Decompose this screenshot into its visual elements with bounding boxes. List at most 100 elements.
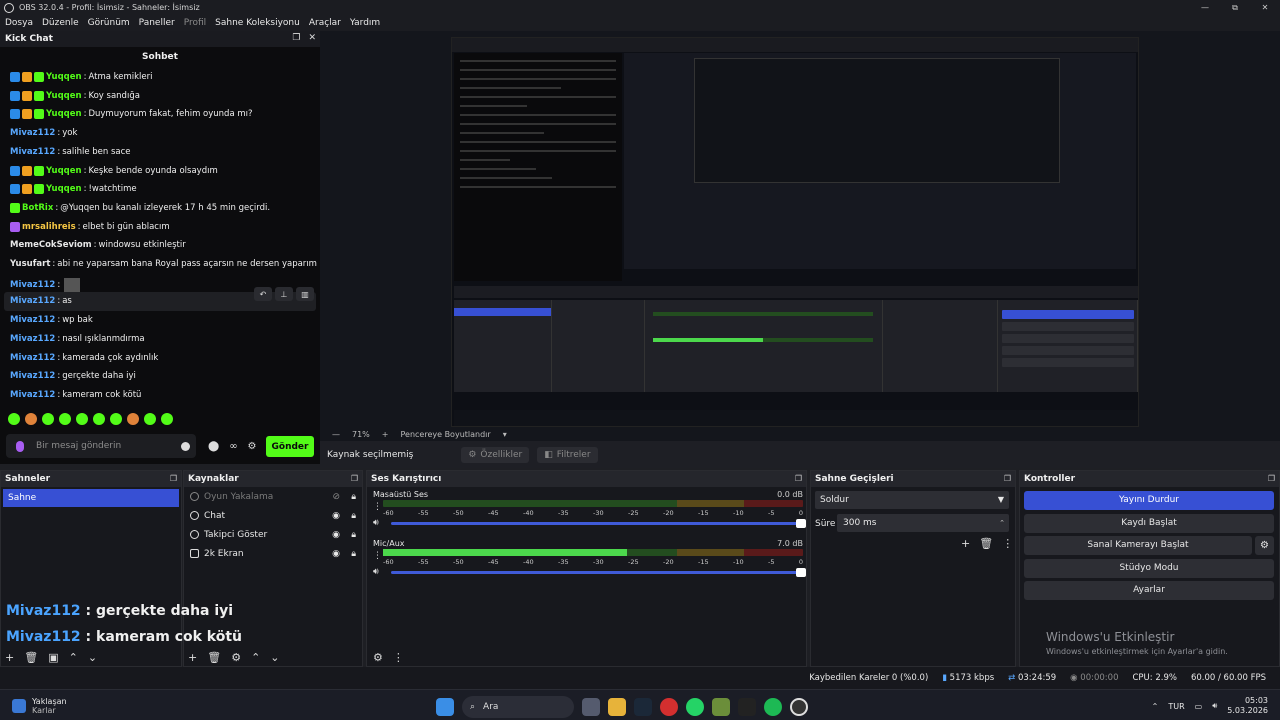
menu-help[interactable]: Yardım [350, 18, 380, 28]
emote-icon[interactable] [144, 413, 156, 425]
emote-icon[interactable] [93, 413, 105, 425]
minecraft-icon[interactable] [712, 698, 730, 716]
opera-icon[interactable] [660, 698, 678, 716]
chat-username[interactable]: Yuqqen [46, 72, 82, 82]
remove-source-icon[interactable]: 🗑︎ [207, 651, 221, 664]
whatsapp-icon[interactable] [686, 698, 704, 716]
eye-icon[interactable]: ◉ [332, 549, 340, 559]
undock-icon[interactable]: ❐ [292, 33, 300, 43]
duration-input[interactable]: 300 ms ⌃ [837, 514, 1009, 532]
virtual-camera-button[interactable]: Sanal Kamerayı Başlat [1024, 536, 1252, 555]
close-dock-icon[interactable]: ✕ [308, 33, 316, 43]
steam-icon[interactable] [634, 698, 652, 716]
add-scene-icon[interactable]: + [5, 651, 14, 664]
zoom-out-icon[interactable]: — [332, 430, 340, 439]
source-item[interactable]: Chat ◉ 🔒︎ [184, 506, 362, 525]
track-menu-icon[interactable]: ⋮ [373, 502, 382, 512]
remove-scene-icon[interactable]: 🗑︎ [24, 651, 38, 664]
fader-knob[interactable] [796, 519, 806, 528]
delete-icon[interactable]: ▥ [296, 287, 314, 301]
chat-username[interactable]: Mivaz112 [10, 128, 55, 138]
emote-icon[interactable] [59, 413, 71, 425]
emote-icon[interactable] [42, 413, 54, 425]
dock-float-icon[interactable]: ❐ [351, 474, 358, 483]
chat-input[interactable]: Bir mesaj gönderin [6, 434, 196, 458]
maximize-button[interactable]: ⧉ [1220, 0, 1250, 15]
mic-icon[interactable] [16, 440, 24, 452]
chat-username[interactable]: Mivaz112 [10, 371, 55, 381]
infinity-icon[interactable]: ∞ [229, 441, 237, 452]
zoom-in-icon[interactable]: + [382, 430, 389, 439]
move-up-icon[interactable]: ⌃ [69, 651, 78, 664]
menu-tools[interactable]: Araçlar [309, 18, 341, 28]
preview-canvas[interactable] [320, 31, 1280, 427]
file-explorer-icon[interactable] [608, 698, 626, 716]
resize-dropdown-icon[interactable]: ▾ [503, 430, 507, 439]
emote-icon[interactable] [127, 413, 139, 425]
eye-icon[interactable]: ◉ [332, 530, 340, 540]
emote-icon[interactable] [110, 413, 122, 425]
menu-icon[interactable]: ⋮ [1002, 537, 1013, 550]
pin-icon[interactable]: ⊥ [275, 287, 293, 301]
chat-username[interactable]: Yuqqen [46, 109, 82, 119]
track-menu-icon[interactable]: ⋮ [373, 551, 382, 561]
chat-username[interactable]: mrsalihreis [22, 222, 76, 232]
network-tray-icon[interactable]: ▭ [1195, 702, 1203, 711]
stop-stream-button[interactable]: Yayını Durdur [1024, 491, 1274, 510]
chat-username[interactable]: Mivaz112 [10, 147, 55, 157]
properties-button[interactable]: ⚙ Özellikler [461, 446, 530, 463]
chat-username[interactable]: MemeCokSeviom [10, 240, 92, 250]
lock-icon[interactable]: 🔒︎ [351, 511, 356, 521]
chat-username[interactable]: BotRix [22, 203, 53, 213]
emote-icon[interactable] [161, 413, 173, 425]
spotify-icon[interactable] [764, 698, 782, 716]
start-record-button[interactable]: Kaydı Başlat [1024, 514, 1274, 533]
chat-settings-icon[interactable]: ⚙ [248, 441, 257, 452]
stepper-icon[interactable]: ⌃ [999, 514, 1005, 532]
dock-float-icon[interactable]: ❐ [1268, 474, 1275, 483]
menu-edit[interactable]: Düzenle [42, 18, 79, 28]
add-icon[interactable]: + [961, 537, 970, 550]
lock-icon[interactable]: 🔒︎ [351, 530, 356, 540]
speaker-icon[interactable]: 🔊︎ [373, 567, 379, 577]
emote-icon[interactable] [25, 413, 37, 425]
language[interactable]: TUR [1168, 702, 1184, 711]
start-icon[interactable] [436, 698, 454, 716]
menu-view[interactable]: Görünüm [88, 18, 130, 28]
menu-scene-collection[interactable]: Sahne Koleksiyonu [215, 18, 300, 28]
mixer-menu-icon[interactable]: ⋮ [393, 651, 404, 664]
trash-icon[interactable]: 🗑︎ [979, 537, 993, 550]
dock-float-icon[interactable]: ❐ [1004, 474, 1011, 483]
move-down-icon[interactable]: ⌄ [270, 651, 279, 664]
minimize-button[interactable]: — [1190, 0, 1220, 15]
taskbar-search[interactable]: ⌕ Ara [462, 696, 574, 718]
chat-username[interactable]: Yusufart [10, 259, 50, 269]
reply-icon[interactable]: ↶ [254, 287, 272, 301]
chat-username[interactable]: Mivaz112 [10, 353, 55, 363]
volume-fader[interactable] [391, 568, 806, 577]
dock-float-icon[interactable]: ❐ [795, 474, 802, 483]
eye-icon[interactable]: ◉ [332, 511, 340, 521]
emoji-icon[interactable] [181, 441, 190, 451]
menu-docks[interactable]: Paneller [139, 18, 175, 28]
task-view-icon[interactable] [582, 698, 600, 716]
source-item[interactable]: Takipci Göster ◉ 🔒︎ [184, 525, 362, 544]
mixer-settings-icon[interactable]: ⚙ [373, 651, 383, 664]
transition-select[interactable]: Soldur ▼ [815, 491, 1009, 509]
emote-icon[interactable] [76, 413, 88, 425]
scene-filter-icon[interactable]: ▣ [48, 651, 58, 664]
weather-widget[interactable]: Yaklaşan Karlar [12, 697, 67, 715]
emote-icon[interactable] [8, 413, 20, 425]
chat-username[interactable]: Yuqqen [46, 91, 82, 101]
add-source-icon[interactable]: + [188, 651, 197, 664]
lock-icon[interactable]: 🔒︎ [351, 492, 356, 502]
virtual-cam-settings-icon[interactable]: ⚙ [1255, 536, 1274, 555]
source-item[interactable]: Oyun Yakalama ⊘ 🔒︎ [184, 487, 362, 506]
clock[interactable]: 05:03 5.03.2026 [1227, 696, 1268, 716]
volume-tray-icon[interactable]: 🔊︎ [1212, 701, 1217, 711]
app-icon[interactable] [738, 698, 756, 716]
settings-button[interactable]: Ayarlar [1024, 581, 1274, 600]
move-up-icon[interactable]: ⌃ [251, 651, 260, 664]
hidden-eye-icon[interactable]: ⊘ [332, 492, 340, 502]
chat-username[interactable]: Mivaz112 [10, 390, 55, 400]
